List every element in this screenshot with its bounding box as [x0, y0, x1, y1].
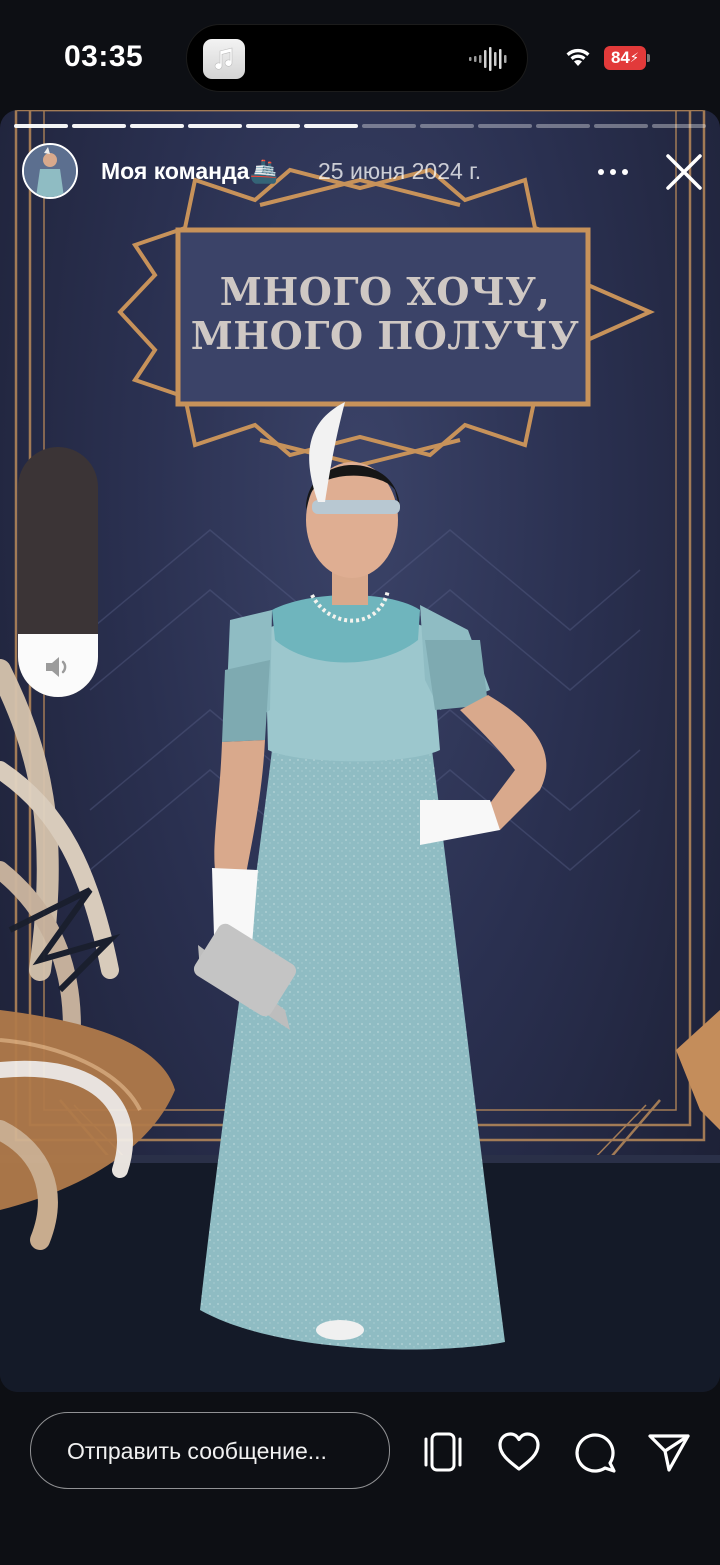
send-message-input[interactable]: Отправить сообщение...	[30, 1412, 390, 1489]
dynamic-island[interactable]	[186, 24, 528, 92]
volume-slider[interactable]	[18, 447, 98, 697]
story-progress-bar	[14, 124, 706, 128]
progress-segment	[362, 124, 416, 128]
story-viewer-screen: 03:35 84 ⚡ МНОГО ХОЧУ, МНОГО ПОЛУЧУ Моя …	[0, 0, 720, 1565]
progress-segment	[420, 124, 474, 128]
story-header: Моя команда🚢 25 июня 2024 г.	[0, 140, 720, 206]
repost-icon[interactable]	[420, 1429, 466, 1475]
music-note-icon	[203, 39, 245, 79]
progress-segment	[14, 124, 68, 128]
progress-segment	[536, 124, 590, 128]
progress-segment	[594, 124, 648, 128]
clock: 03:35	[64, 40, 144, 73]
wifi-icon	[566, 48, 590, 66]
story-media[interactable]: МНОГО ХОЧУ, МНОГО ПОЛУЧУ Моя команда🚢 25…	[0, 110, 720, 1392]
audio-wave-icon	[469, 47, 507, 71]
progress-segment	[478, 124, 532, 128]
story-reply-bar: Отправить сообщение...	[0, 1392, 720, 1565]
more-dots-icon[interactable]	[596, 160, 630, 184]
comment-icon[interactable]	[572, 1429, 618, 1475]
sign-line-1: МНОГО ХОЧУ,	[219, 269, 551, 314]
close-icon[interactable]	[664, 152, 704, 192]
progress-segment	[72, 124, 126, 128]
backdrop-sign-text: МНОГО ХОЧУ, МНОГО ПОЛУЧУ	[120, 270, 650, 358]
progress-segment	[652, 124, 706, 128]
battery-indicator: 84 ⚡	[604, 46, 650, 70]
status-bar: 03:35 84 ⚡	[0, 0, 720, 110]
story-date: 25 июня 2024 г.	[318, 158, 482, 184]
speaker-icon	[46, 657, 67, 677]
progress-segment	[130, 124, 184, 128]
progress-segment	[246, 124, 300, 128]
avatar[interactable]	[22, 143, 78, 199]
heart-icon[interactable]	[496, 1429, 542, 1475]
story-username[interactable]: Моя команда🚢	[101, 158, 278, 185]
sign-line-2: МНОГО ПОЛУЧУ	[190, 313, 580, 358]
battery-level: 84	[610, 48, 630, 67]
progress-segment	[188, 124, 242, 128]
send-icon[interactable]	[646, 1429, 692, 1475]
message-placeholder: Отправить сообщение...	[67, 1438, 327, 1464]
progress-segment	[304, 124, 358, 128]
